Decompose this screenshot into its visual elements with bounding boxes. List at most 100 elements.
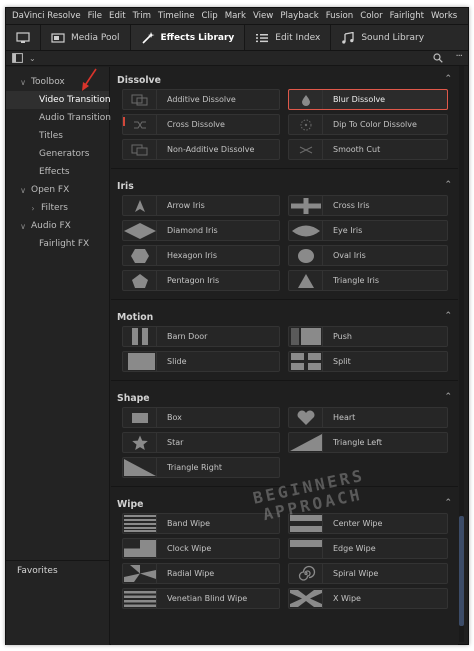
media-pool-button[interactable]: Media Pool — [41, 25, 131, 50]
menu-workspace[interactable]: Works — [431, 11, 457, 21]
transition-dip-to-color-dissolve[interactable]: Dip To Color Dissolve — [288, 114, 448, 135]
section-title-wipe: Wipe — [117, 498, 144, 510]
transition-box[interactable]: Box — [122, 407, 280, 428]
menu-clip[interactable]: Clip — [202, 11, 218, 21]
chevron-up-icon[interactable]: ⌃ — [444, 392, 452, 402]
transition-clock-wipe[interactable]: Clock Wipe — [122, 538, 280, 559]
transition-star[interactable]: Star — [122, 432, 280, 453]
monitor-toggle-button[interactable] — [14, 25, 41, 50]
transition-arrow-iris[interactable]: Arrow Iris — [122, 195, 280, 216]
transition-label: Band Wipe — [167, 519, 211, 528]
barn-door-icon — [123, 327, 157, 346]
search-icon[interactable] — [433, 53, 444, 66]
tree-item-generators[interactable]: Generators — [6, 145, 109, 163]
transition-split[interactable]: Split — [288, 351, 448, 372]
transition-triangle-iris[interactable]: Triangle Iris — [288, 270, 448, 291]
transition-triangle-left[interactable]: Triangle Left — [288, 432, 448, 453]
tree-label-generators: Generators — [39, 149, 90, 159]
menu-file[interactable]: File — [88, 11, 102, 21]
transition-heart[interactable]: Heart — [288, 407, 448, 428]
transition-radial-wipe[interactable]: Radial Wipe — [122, 563, 280, 584]
transition-label: Arrow Iris — [167, 201, 205, 210]
panel-header: ⌄ ··· — [6, 51, 468, 66]
transition-center-wipe[interactable]: Center Wipe — [288, 513, 448, 534]
favorites-header[interactable]: Favorites — [17, 566, 58, 576]
edge-wipe-icon — [289, 539, 323, 558]
transition-cross-iris[interactable]: Cross Iris — [288, 195, 448, 216]
menu-playback[interactable]: Playback — [280, 11, 318, 21]
transition-spiral-wipe[interactable]: Spiral Wipe — [288, 563, 448, 584]
transition-label: Triangle Right — [167, 463, 223, 472]
tree-item-open-fx[interactable]: ∨ Open FX — [6, 181, 109, 199]
more-options-icon[interactable]: ··· — [455, 52, 462, 66]
transition-band-wipe[interactable]: Band Wipe — [122, 513, 280, 534]
menu-edit[interactable]: Edit — [109, 11, 126, 21]
transition-eye-iris[interactable]: Eye Iris — [288, 220, 448, 241]
transition-non-additive-dissolve[interactable]: Non-Additive Dissolve — [122, 139, 280, 160]
transition-barn-door[interactable]: Barn Door — [122, 326, 280, 347]
content-scrollbar[interactable] — [459, 66, 464, 642]
clock-wipe-icon — [123, 539, 157, 558]
sidebar-toggle-icon[interactable] — [12, 53, 23, 63]
transition-smooth-cut[interactable]: Smooth Cut — [288, 139, 448, 160]
tree-item-effects[interactable]: Effects — [6, 163, 109, 181]
section-header-iris[interactable]: Iris ⌃ — [111, 177, 458, 195]
oval-iris-icon — [289, 246, 323, 265]
menu-fairlight[interactable]: Fairlight — [390, 11, 424, 21]
transition-pentagon-iris[interactable]: Pentagon Iris — [122, 270, 280, 291]
transition-x-wipe[interactable]: X Wipe — [288, 588, 448, 609]
section-header-shape[interactable]: Shape ⌃ — [111, 389, 458, 407]
menu-color[interactable]: Color — [360, 11, 382, 21]
transition-blur-dissolve[interactable]: Blur Dissolve — [288, 89, 448, 110]
edit-index-label: Edit Index — [275, 32, 321, 43]
chevron-down-icon[interactable]: ⌄ — [29, 54, 36, 63]
transition-venetian-blind-wipe[interactable]: Venetian Blind Wipe — [122, 588, 280, 609]
transition-label: Eye Iris — [333, 226, 363, 235]
effects-library-button[interactable]: Effects Library — [130, 25, 246, 50]
transition-label: Spiral Wipe — [333, 569, 379, 578]
tree-label-audio-transitions: Audio Transitions — [39, 113, 116, 123]
transition-hexagon-iris[interactable]: Hexagon Iris — [122, 245, 280, 266]
tree-label-open-fx: Open FX — [31, 185, 70, 195]
menu-app[interactable]: DaVinci Resolve — [12, 11, 81, 21]
transition-push[interactable]: Push — [288, 326, 448, 347]
chevron-up-icon[interactable]: ⌃ — [444, 311, 452, 321]
cross-dissolve-icon — [123, 115, 157, 134]
transition-cross-dissolve[interactable]: Cross Dissolve — [122, 114, 280, 135]
section-header-motion[interactable]: Motion ⌃ — [111, 308, 458, 326]
monitor-icon — [16, 31, 30, 43]
menu-fusion[interactable]: Fusion — [326, 11, 354, 21]
tree-item-audio-fx[interactable]: ∨ Audio FX — [6, 217, 109, 235]
tree-item-filters[interactable]: › Filters — [6, 199, 109, 217]
chevron-up-icon[interactable]: ⌃ — [444, 498, 452, 508]
menu-trim[interactable]: Trim — [133, 11, 151, 21]
sound-library-label: Sound Library — [361, 32, 425, 43]
transition-slide[interactable]: Slide — [122, 351, 280, 372]
chevron-down-icon: ∨ — [20, 185, 26, 195]
section-divider — [111, 486, 458, 487]
transition-oval-iris[interactable]: Oval Iris — [288, 245, 448, 266]
band-wipe-icon — [123, 514, 157, 533]
tree-item-audio-transitions[interactable]: Audio Transitions — [6, 109, 116, 127]
menu-timeline[interactable]: Timeline — [158, 11, 195, 21]
transition-triangle-right[interactable]: Triangle Right — [122, 457, 280, 478]
section-header-dissolve[interactable]: Dissolve ⌃ — [111, 71, 458, 89]
tree-item-fairlight-fx[interactable]: Fairlight FX — [6, 235, 109, 253]
scrollbar-thumb[interactable] — [459, 516, 464, 626]
section-header-wipe[interactable]: Wipe ⌃ — [111, 495, 458, 513]
dip-to-color-icon — [289, 115, 323, 134]
tree-item-video-transitions[interactable]: Video Transitions — [6, 91, 115, 109]
sound-library-button[interactable]: Sound Library — [331, 25, 434, 50]
menu-mark[interactable]: Mark — [225, 11, 246, 21]
transition-edge-wipe[interactable]: Edge Wipe — [288, 538, 448, 559]
transition-additive-dissolve[interactable]: Additive Dissolve — [122, 89, 280, 110]
tree-item-titles[interactable]: Titles — [6, 127, 109, 145]
chevron-up-icon[interactable]: ⌃ — [444, 74, 452, 84]
chevron-up-icon[interactable]: ⌃ — [444, 180, 452, 190]
diamond-iris-icon — [123, 221, 157, 240]
menu-view[interactable]: View — [253, 11, 273, 21]
chevron-down-icon: ∨ — [20, 77, 26, 87]
magic-wand-icon — [141, 31, 155, 44]
transition-diamond-iris[interactable]: Diamond Iris — [122, 220, 280, 241]
edit-index-button[interactable]: Edit Index — [245, 25, 332, 50]
